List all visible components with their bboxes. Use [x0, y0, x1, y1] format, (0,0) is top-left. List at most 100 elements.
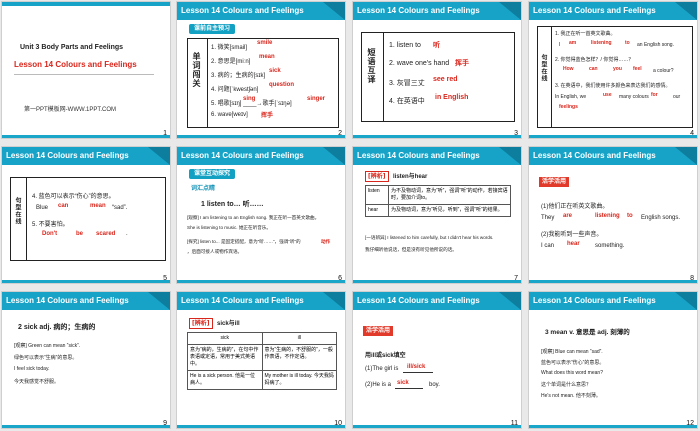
table-row: sick ill — [187, 332, 337, 345]
slide-thumbnail-9[interactable]: Lesson 14 Colours and Feelings 2 sick ad… — [1, 291, 171, 429]
s12-p1: [观察] Blue can mean “sad”. — [541, 349, 603, 355]
slide-header: Lesson 14 Colours and Feelings — [177, 292, 345, 310]
s5-line-2b: can — [58, 203, 69, 209]
slide-thumbnail-8[interactable]: Lesson 14 Colours and Feelings 活学活用 (1)他… — [528, 146, 698, 284]
header-corner — [499, 147, 521, 165]
slide-thumbnail-3[interactable]: Lesson 14 Colours and Feelings 短语互译 1. l… — [352, 1, 522, 139]
header-corner — [148, 147, 170, 165]
s10-title: sick与ill — [217, 321, 240, 327]
slide-ribbon — [2, 280, 170, 283]
slide-header: Lesson 14 Colours and Feelings — [353, 2, 521, 20]
s4-line-4b: can — [589, 66, 598, 72]
slide-number: 3 — [514, 130, 518, 137]
table-row: listen 为不及物动词，意为“听”，强调“听”的动作，若接宾语时，要加介词t… — [365, 185, 511, 205]
s11-line-3c: boy. — [429, 382, 440, 388]
s11-line-3a: (2)He is a — [365, 382, 392, 388]
slide-thumbnail-4[interactable]: Lesson 14 Colours and Feelings 句型在线 1. 我… — [528, 1, 698, 139]
s4-line-2e: an English song. — [637, 42, 674, 48]
vocab-a-6: 挥手 — [261, 113, 274, 119]
slide-ribbon — [2, 425, 170, 428]
s12-p3: What does this word mean? — [541, 370, 603, 376]
slide-ribbon — [529, 425, 697, 428]
slide-number: 8 — [690, 275, 694, 282]
header-corner — [148, 292, 170, 310]
s4-line-6f: feelings — [559, 104, 578, 110]
s4-line-2a: I — [559, 42, 561, 48]
cover-lesson-title: Lesson 14 Colours and Feelings — [14, 60, 137, 69]
sentence-divider — [551, 26, 552, 128]
s4-line-6a: In English, we — [555, 94, 587, 100]
slide-number: 9 — [163, 420, 167, 427]
practice-label: 活学活用 — [363, 326, 394, 336]
slide-thumbnail-6[interactable]: Lesson 14 Colours and Feelings 课堂互动探究 词汇… — [176, 146, 346, 284]
slide-number: 6 — [338, 275, 342, 282]
s4-line-3: 2. 你觉得蓝色怎样？/ 你觉得……？ — [555, 57, 634, 63]
header-corner — [675, 2, 697, 20]
slide-ribbon — [529, 280, 697, 283]
phrase-q-4: 4. 在英语中 — [389, 98, 425, 105]
s6-p1: [观察] I am listening to an English song. … — [187, 215, 320, 220]
slide-ribbon — [177, 135, 345, 138]
s4-line-1: 1. 我正在听一首英文歌曲。 — [555, 31, 616, 37]
slide-thumbnail-11[interactable]: Lesson 14 Colours and Feelings 活学活用 用ill… — [352, 291, 522, 429]
s9-p3: I feel sick today. — [14, 366, 50, 372]
slide-header: Lesson 14 Colours and Feelings — [529, 2, 697, 20]
slide-thumbnail-12[interactable]: Lesson 14 Colours and Feelings 3 mean v.… — [528, 291, 698, 429]
s5-line-2c: mean — [90, 203, 106, 209]
s6-p2: She is listening to music. 她正在听音乐。 — [187, 225, 271, 230]
phrase-a-1: 听 — [433, 42, 440, 49]
vocab-q-3: 3. 病的；生病的[sɪk] — [211, 73, 266, 79]
slide-header: Lesson 14 Colours and Feelings — [177, 2, 345, 20]
s7-example: [一语辨异] I listened to him carefully, but … — [365, 235, 494, 240]
vocab-side-label: 单词闯关 — [192, 52, 201, 88]
s12-p4: 这个单词是什么意思？ — [541, 382, 592, 388]
phrase-a-2: 挥手 — [455, 60, 469, 67]
s5-line-4a: Don't — [42, 231, 58, 237]
sentence-divider — [26, 177, 27, 261]
phrase-q-2: 2. wave one's hand — [389, 60, 450, 67]
s9-p4: 今天我感觉不舒服。 — [14, 379, 60, 385]
s11-blank-2 — [395, 388, 423, 389]
vocab-a-1: smile — [257, 40, 273, 46]
s8-line-2d: to — [627, 213, 633, 219]
slide-number: 4 — [690, 130, 694, 137]
s6-heading: 1 listen to… 听…… — [201, 201, 264, 208]
phrase-a-4: in English — [435, 94, 469, 101]
s6-p4: ，后面可接人或物作宾语。 — [187, 249, 243, 254]
s6-p3-red: 动作 — [321, 239, 331, 244]
slide-thumbnail-1[interactable]: Unit 3 Body Parts and Feelings Lesson 14… — [1, 1, 171, 139]
s4-line-2d: to — [625, 40, 630, 46]
s11-line-2b: ill/sick — [407, 364, 426, 370]
s8-line-4a: I can — [541, 243, 555, 249]
slide-thumbnail-5[interactable]: Lesson 14 Colours and Feelings 句型在线 4. 蓝… — [1, 146, 171, 284]
vocab-divider — [207, 38, 208, 128]
table-cell: 为及物动词，意为“听见，听到”，强调“听”的结果。 — [388, 204, 511, 217]
phrase-q-1: 1. listen to — [389, 42, 421, 49]
header-corner — [323, 2, 345, 20]
slide-number: 11 — [510, 420, 518, 427]
practice-label: 活学活用 — [539, 177, 570, 187]
vocab-a-4: question — [269, 82, 294, 88]
slide-thumbnail-7[interactable]: Lesson 14 Colours and Feelings [辨析] list… — [352, 146, 522, 284]
slide-thumbnail-2[interactable]: Lesson 14 Colours and Feelings 课前自主预习 单词… — [176, 1, 346, 139]
sentence-side-label: 句型在线 — [540, 54, 547, 82]
s4-line-6d: for — [651, 92, 658, 98]
vocab-a-3: sick — [269, 68, 281, 74]
s8-line-4b: hear — [567, 241, 580, 247]
header-corner — [323, 292, 345, 310]
vocab-q-1: 1. 微笑[smail] — [211, 45, 248, 51]
s9-heading: 2 sick adj. 病的；生病的 — [18, 324, 96, 331]
header-corner — [323, 147, 345, 165]
slide-thumbnail-10[interactable]: Lesson 14 Colours and Feelings [辨析] sick… — [176, 291, 346, 429]
s5-line-3: 5. 不要害怕。 — [32, 222, 69, 228]
s5-line-2a: Blue — [36, 205, 49, 211]
slide-header: Lesson 14 Colours and Feelings — [529, 292, 697, 310]
slide-header: Lesson 14 Colours and Feelings — [2, 292, 170, 310]
s6-subsection: 词汇点睛 — [191, 186, 216, 192]
s12-p2: 蓝色可以表示“伤心”的意思。 — [541, 360, 605, 366]
slide-number: 7 — [514, 275, 518, 282]
table-cell-head: sick — [187, 332, 263, 345]
slide-number: 10 — [334, 420, 342, 427]
slide-header: Lesson 14 Colours and Feelings — [353, 292, 521, 310]
s8-line-2e: English songs. — [641, 215, 681, 221]
